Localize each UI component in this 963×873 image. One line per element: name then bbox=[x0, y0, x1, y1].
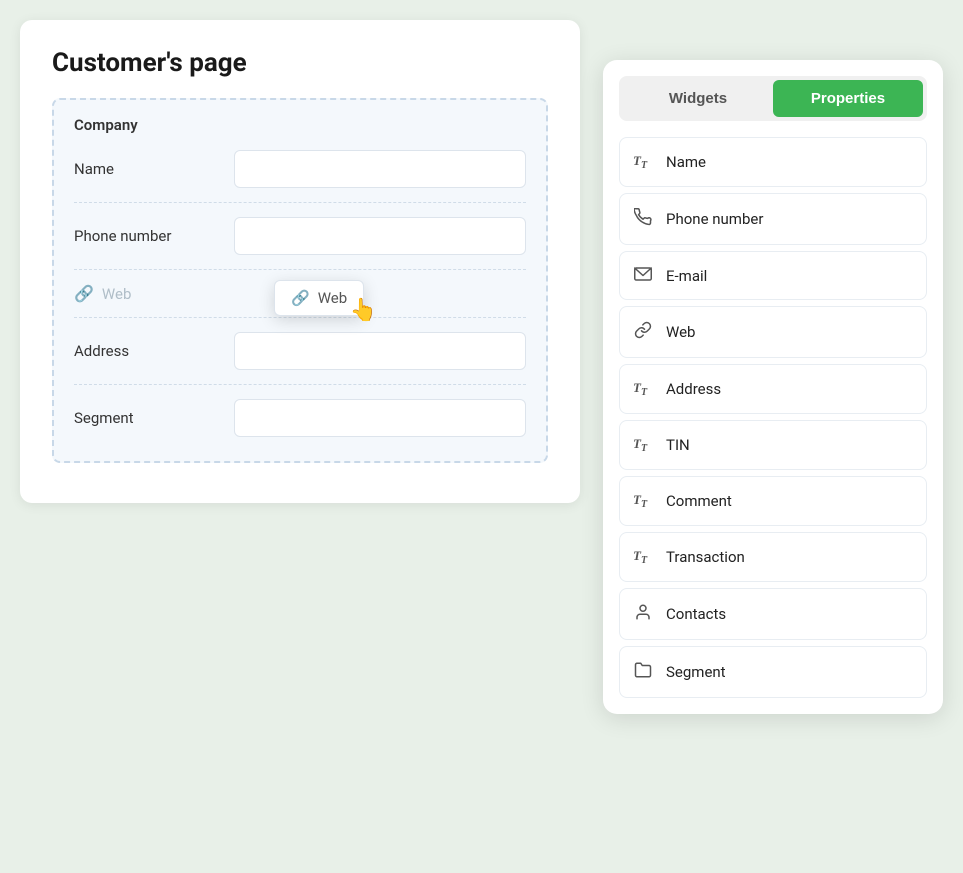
widget-label-phone: Phone number bbox=[666, 210, 763, 228]
widget-label-segment: Segment bbox=[666, 663, 726, 681]
form-row-name: Name bbox=[74, 150, 526, 203]
web-drag-preview[interactable]: 🔗 Web 👆 bbox=[274, 280, 364, 316]
widget-item-transaction[interactable]: T T Transaction bbox=[619, 532, 927, 582]
properties-panel: Widgets Properties T T Name Phone number bbox=[603, 60, 943, 714]
drag-preview-icon: 🔗 bbox=[291, 289, 310, 307]
form-row-segment: Segment bbox=[74, 399, 526, 437]
widget-icon-name: T T bbox=[632, 152, 654, 172]
widget-label-contacts: Contacts bbox=[666, 605, 726, 623]
widget-label-name: Name bbox=[666, 153, 706, 171]
widget-label-address: Address bbox=[666, 380, 721, 398]
svg-text:T: T bbox=[641, 555, 648, 563]
widget-icon-comment: T T bbox=[632, 491, 654, 511]
tabs-row: Widgets Properties bbox=[619, 76, 927, 121]
phone-input[interactable] bbox=[234, 217, 526, 255]
widget-icon-transaction: T T bbox=[632, 547, 654, 567]
widget-item-address[interactable]: T T Address bbox=[619, 364, 927, 414]
form-section: Company Name Phone number 🔗 Web 🔗 Web 👆 bbox=[52, 98, 548, 463]
widget-item-comment[interactable]: T T Comment bbox=[619, 476, 927, 526]
form-row-web: 🔗 Web 🔗 Web 👆 bbox=[74, 284, 526, 318]
field-label-phone: Phone number bbox=[74, 227, 234, 245]
widget-icon-address: T T bbox=[632, 379, 654, 399]
widget-item-name[interactable]: T T Name bbox=[619, 137, 927, 187]
widget-icon-segment bbox=[632, 661, 654, 683]
widget-icon-contacts bbox=[632, 603, 654, 625]
segment-input[interactable] bbox=[234, 399, 526, 437]
widget-item-phone[interactable]: Phone number bbox=[619, 193, 927, 245]
customers-panel: Customer's page Company Name Phone numbe… bbox=[20, 20, 580, 503]
tab-properties[interactable]: Properties bbox=[773, 80, 923, 117]
widget-item-tin[interactable]: T T TIN bbox=[619, 420, 927, 470]
widget-item-email[interactable]: E-mail bbox=[619, 251, 927, 300]
svg-text:T: T bbox=[641, 499, 648, 507]
form-row-address: Address bbox=[74, 332, 526, 385]
name-input[interactable] bbox=[234, 150, 526, 188]
field-label-name: Name bbox=[74, 160, 234, 178]
widget-icon-phone bbox=[632, 208, 654, 230]
page-title: Customer's page bbox=[52, 48, 548, 78]
web-link-icon: 🔗 bbox=[74, 284, 94, 303]
section-label: Company bbox=[74, 116, 526, 134]
drag-preview-label: Web bbox=[318, 289, 347, 307]
svg-text:T: T bbox=[641, 160, 648, 168]
widget-label-web: Web bbox=[666, 323, 695, 341]
widget-item-contacts[interactable]: Contacts bbox=[619, 588, 927, 640]
widget-icon-email bbox=[632, 266, 654, 285]
widget-label-tin: TIN bbox=[666, 436, 690, 454]
widget-label-email: E-mail bbox=[666, 267, 707, 285]
field-label-address: Address bbox=[74, 342, 234, 360]
svg-text:T: T bbox=[641, 443, 648, 451]
widget-icon-web bbox=[632, 321, 654, 343]
widget-label-comment: Comment bbox=[666, 492, 732, 510]
svg-text:T: T bbox=[641, 387, 648, 395]
tab-widgets[interactable]: Widgets bbox=[623, 80, 773, 117]
widget-list: T T Name Phone number E-mail bbox=[619, 137, 927, 698]
field-label-segment: Segment bbox=[74, 409, 234, 427]
web-placeholder: Web bbox=[102, 285, 131, 303]
widget-icon-tin: T T bbox=[632, 435, 654, 455]
form-row-phone: Phone number bbox=[74, 217, 526, 270]
widget-label-transaction: Transaction bbox=[666, 548, 745, 566]
cursor-pointer-icon: 👆 bbox=[350, 298, 377, 323]
widget-item-web[interactable]: Web bbox=[619, 306, 927, 358]
widget-item-segment[interactable]: Segment bbox=[619, 646, 927, 698]
address-input[interactable] bbox=[234, 332, 526, 370]
